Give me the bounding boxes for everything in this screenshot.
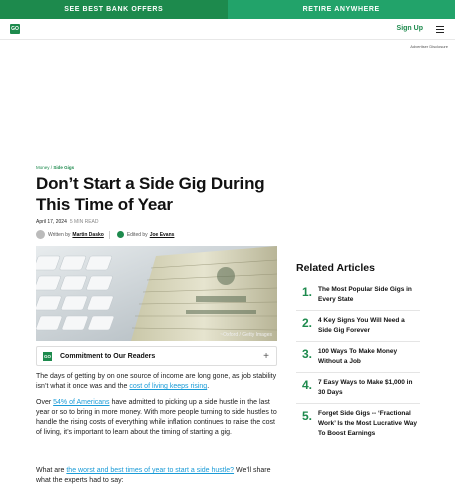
author-avatar — [36, 230, 45, 239]
related-number: 1. — [302, 285, 313, 299]
written-by-label: Written by — [48, 231, 71, 238]
commitment-label: Commitment to Our Readers — [60, 352, 156, 360]
read-time: 5 MIN READ — [69, 219, 99, 225]
sign-up-link[interactable]: Sign Up — [397, 25, 423, 32]
advertiser-disclosure-link[interactable]: Advertiser Disclosure — [410, 44, 448, 49]
related-articles-heading: Related Articles — [296, 262, 375, 274]
article-paragraph-2: Over 54% of Americans have admitted to p… — [36, 398, 281, 438]
related-number: 3. — [302, 347, 313, 361]
breadcrumb-separator: / — [50, 165, 53, 170]
see-best-bank-offers-link[interactable]: SEE BEST BANK OFFERS — [0, 0, 228, 19]
related-article-item[interactable]: 2. 4 Key Signs You Will Need a Side Gig … — [296, 311, 420, 342]
article-paragraph-1: The days of getting by on one source of … — [36, 372, 281, 392]
byline: Written by Martin Dasko Edited by Joe Ev… — [36, 230, 174, 239]
article-title: Don’t Start a Side Gig During This Time … — [36, 174, 265, 214]
related-number: 4. — [302, 378, 313, 392]
cost-of-living-link[interactable]: cost of living keeps rising — [129, 383, 207, 390]
related-title[interactable]: 7 Easy Ways to Make $1,000 in 30 Days — [318, 378, 420, 398]
related-number: 5. — [302, 409, 313, 423]
breadcrumb: Money / Side Gigs — [36, 165, 74, 170]
hero-image: ~Oxford / Getty Images — [36, 246, 277, 341]
related-article-item[interactable]: 5. Forget Side Gigs -- ‘Fractional Work’… — [296, 404, 420, 444]
byline-divider — [108, 230, 110, 239]
article-date-line: April 17, 2024 5 MIN READ — [36, 219, 98, 225]
edited-by-label: Edited by — [126, 231, 148, 238]
article-paragraph-3: What are the worst and best times of yea… — [36, 466, 281, 486]
keyboard-and-cash-illustration — [36, 246, 277, 341]
related-article-item[interactable]: 1. The Most Popular Side Gigs in Every S… — [296, 280, 420, 311]
site-header: GO Sign Up — [0, 19, 455, 40]
image-credit: ~Oxford / Getty Images — [220, 332, 272, 338]
article-date: April 17, 2024 — [36, 219, 67, 225]
commitment-logo-icon: GO — [43, 351, 52, 361]
related-title[interactable]: 100 Ways To Make Money Without a Job — [318, 347, 420, 367]
related-title[interactable]: The Most Popular Side Gigs in Every Stat… — [318, 285, 420, 305]
best-worst-times-link[interactable]: the worst and best times of year to star… — [66, 467, 234, 474]
expand-plus-icon[interactable]: + — [263, 351, 269, 362]
americans-stat-link[interactable]: 54% of Americans — [53, 399, 109, 406]
related-articles-list: 1. The Most Popular Side Gigs in Every S… — [296, 280, 420, 444]
related-article-item[interactable]: 4. 7 Easy Ways to Make $1,000 in 30 Days — [296, 373, 420, 404]
related-number: 2. — [302, 316, 313, 330]
paragraph-text: What are — [36, 467, 67, 474]
promo-bar: SEE BEST BANK OFFERS RETIRE ANYWHERE — [0, 0, 455, 19]
editor-link[interactable]: Joe Evans — [150, 232, 175, 238]
commitment-accordion[interactable]: GO Commitment to Our Readers + — [36, 346, 277, 366]
hamburger-menu-icon[interactable] — [436, 26, 444, 34]
site-logo[interactable]: GO — [10, 24, 20, 34]
retire-anywhere-link[interactable]: RETIRE ANYWHERE — [227, 0, 455, 19]
related-title[interactable]: 4 Key Signs You Will Need a Side Gig For… — [318, 316, 420, 336]
paragraph-end: . — [207, 383, 210, 390]
paragraph-text: Over — [36, 399, 54, 406]
author-link[interactable]: Martin Dasko — [72, 232, 103, 238]
editor-check-icon — [116, 231, 124, 238]
breadcrumb-side-gigs[interactable]: Side Gigs — [53, 165, 74, 170]
related-article-item[interactable]: 3. 100 Ways To Make Money Without a Job — [296, 342, 420, 373]
breadcrumb-money[interactable]: Money — [36, 165, 50, 170]
related-title[interactable]: Forget Side Gigs -- ‘Fractional Work’ Is… — [318, 409, 420, 439]
